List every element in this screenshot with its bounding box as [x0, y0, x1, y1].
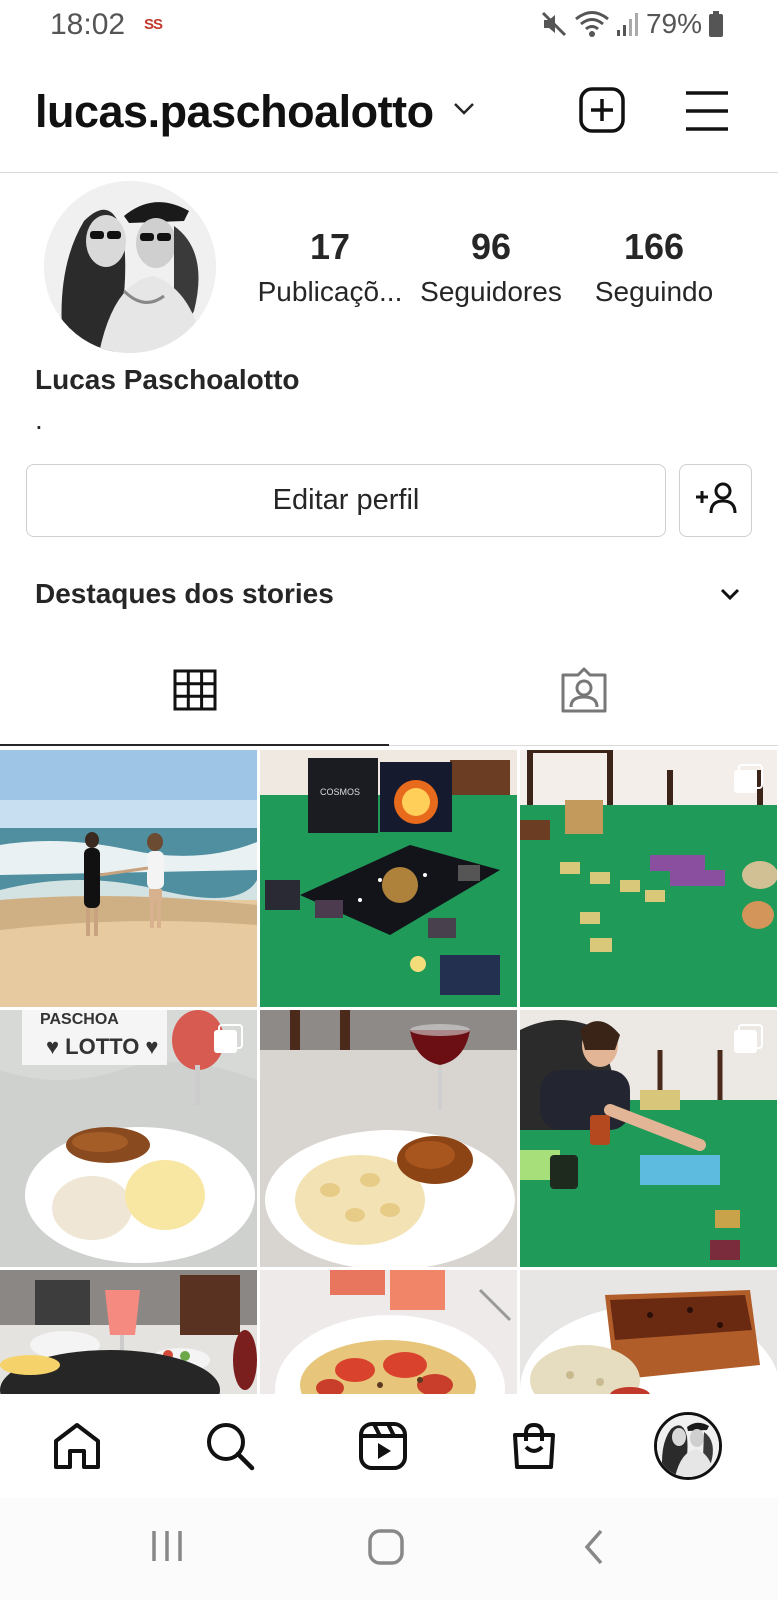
nav-profile-avatar[interactable] — [654, 1412, 722, 1480]
post-man-playing-board-game[interactable] — [520, 1010, 777, 1267]
posts-grid: COSMOS PASCHOA ♥ LOTTO ♥ — [0, 750, 778, 1394]
followers-count[interactable]: 96 Seguidores — [415, 226, 567, 308]
post-beach-couple[interactable] — [0, 750, 257, 1007]
stat-label: Seguindo — [594, 276, 714, 307]
tab-tagged[interactable] — [389, 640, 778, 746]
lightbox-sign-text: PASCHOA — [40, 1011, 119, 1028]
profile-avatar-large[interactable] — [44, 181, 216, 353]
story-highlights-toggle[interactable]: Destaques dos stories — [35, 578, 334, 610]
stat-value: 96 — [470, 226, 512, 267]
tagged-person-icon — [560, 667, 608, 718]
post-lasagna-risotto[interactable] — [520, 1270, 777, 1394]
shop-icon — [509, 1421, 559, 1476]
mute-icon — [540, 10, 568, 38]
home-button-icon[interactable] — [367, 1528, 405, 1571]
stat-value: 17 — [309, 226, 351, 267]
stat-label: Seguidores — [420, 276, 562, 307]
new-post-icon[interactable] — [578, 86, 626, 139]
cosmos-box-text: COSMOS — [320, 787, 360, 797]
grid-icon — [173, 669, 217, 716]
following-count[interactable]: 166 Seguindo — [585, 226, 723, 308]
status-time: 18:02 — [50, 8, 126, 41]
multiple-photos-icon — [213, 1024, 243, 1054]
bottom-navigation — [0, 1394, 778, 1498]
username-switcher[interactable]: lucas.paschoalotto — [35, 86, 434, 138]
add-person-icon — [694, 481, 738, 520]
system-navigation-bar — [0, 1498, 778, 1600]
home-icon — [52, 1421, 102, 1476]
post-board-game-table[interactable] — [520, 750, 777, 1007]
discover-people-button[interactable] — [679, 464, 752, 537]
nav-search[interactable] — [200, 1418, 260, 1478]
status-icons: 79% — [540, 8, 724, 40]
post-meal-schnitzel-rice[interactable]: PASCHOA ♥ LOTTO ♥ — [0, 1010, 257, 1267]
stat-value: 166 — [623, 226, 685, 267]
battery-percent: 79% — [645, 8, 702, 39]
chevron-down-icon[interactable] — [452, 100, 476, 123]
chevron-down-icon[interactable] — [718, 586, 742, 609]
profile-header: lucas.paschoalotto — [0, 52, 778, 173]
posts-count[interactable]: 17 Publicaçõ... — [250, 226, 410, 308]
multiple-photos-icon — [733, 1024, 763, 1054]
search-icon — [205, 1421, 255, 1476]
edit-profile-button[interactable]: Editar perfil — [26, 464, 666, 537]
battery-icon — [708, 10, 724, 38]
nav-shop[interactable] — [504, 1418, 564, 1478]
bio: . — [35, 404, 43, 435]
stat-label: Publicaçõ... — [257, 276, 403, 307]
post-pizza-tomato[interactable] — [260, 1270, 517, 1394]
nav-reels[interactable] — [353, 1418, 413, 1478]
carrier-logo: SS — [144, 16, 163, 33]
recent-apps-icon[interactable] — [150, 1528, 184, 1569]
tab-posts-grid[interactable] — [0, 640, 389, 746]
wifi-icon — [574, 10, 610, 38]
post-cosmos-board-game[interactable]: COSMOS — [260, 750, 517, 1007]
signal-icon — [616, 10, 640, 38]
status-bar: 18:02 SS 79% — [0, 0, 778, 52]
post-meal-pasta-wine[interactable] — [260, 1010, 517, 1267]
nav-home[interactable] — [47, 1418, 107, 1478]
multiple-photos-icon — [733, 764, 763, 794]
reels-icon — [358, 1421, 408, 1476]
profile-avatar — [657, 1415, 719, 1477]
profile-stats: 17 Publicaçõ... 96 Seguidores 166 Seguin… — [250, 226, 740, 316]
back-icon[interactable] — [582, 1528, 606, 1571]
full-name: Lucas Paschoalotto — [35, 364, 300, 395]
menu-icon[interactable] — [684, 90, 730, 137]
post-pizza-table[interactable] — [0, 1270, 257, 1394]
lightbox-sign-text2: ♥ LOTTO ♥ — [46, 1034, 159, 1059]
